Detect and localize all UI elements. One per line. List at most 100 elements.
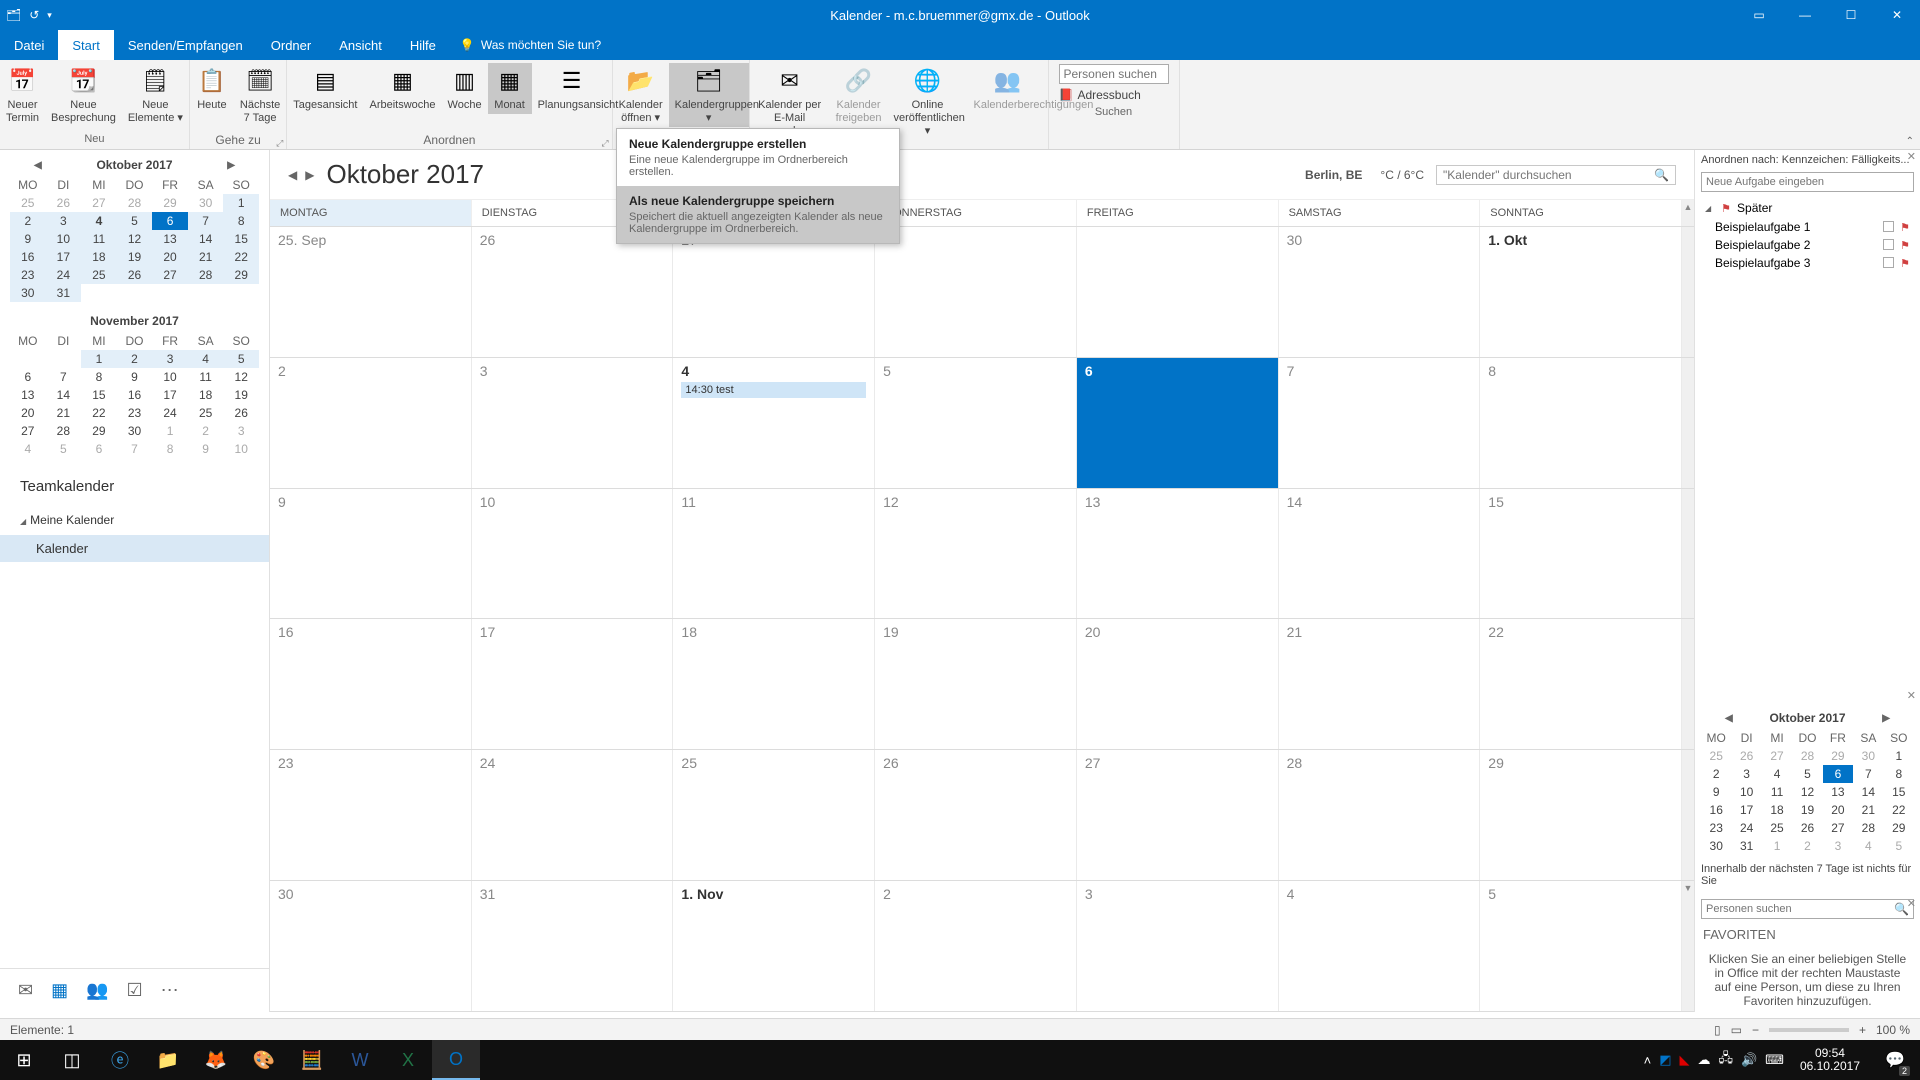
mini-cal-day[interactable]: 27 (1762, 747, 1792, 765)
mini-cal-day[interactable]: 10 (1731, 783, 1761, 801)
task-group-spaeter[interactable]: ⚑Später (1705, 198, 1910, 218)
mini-cal-day[interactable]: 1 (1762, 837, 1792, 855)
calendar-cell[interactable] (1077, 227, 1279, 357)
mini-cal-day[interactable]: 27 (10, 422, 46, 440)
mini-cal-day[interactable]: 11 (188, 368, 224, 386)
edge-icon[interactable]: ⓔ (96, 1040, 144, 1080)
calendar-cell[interactable]: 9 (270, 489, 472, 619)
heute-button[interactable]: 📋Heute (190, 63, 234, 114)
mini-cal-day[interactable]: 25 (1701, 747, 1731, 765)
mini-cal-day[interactable] (117, 284, 153, 302)
outlook-icon[interactable]: O (432, 1040, 480, 1080)
tab-start[interactable]: Start (58, 30, 113, 60)
als-neue-kalendergruppe-speichern-item[interactable]: Als neue Kalendergruppe speichern Speich… (617, 186, 899, 243)
task-item[interactable]: Beispielaufgabe 1⚑ (1705, 218, 1910, 236)
tray-up-icon[interactable]: ˄ (1644, 1053, 1652, 1068)
mail-icon[interactable]: ✉ (18, 980, 33, 1001)
new-task-input[interactable] (1701, 172, 1914, 192)
mini-cal-day[interactable]: 6 (1823, 765, 1853, 783)
mini-cal-day[interactable]: 28 (46, 422, 82, 440)
mini-cal-day[interactable]: 2 (188, 422, 224, 440)
mini-cal-day[interactable]: 11 (1762, 783, 1792, 801)
calendar-cell[interactable] (875, 227, 1077, 357)
mini-cal-day[interactable]: 17 (152, 386, 188, 404)
mini-cal-day[interactable]: 2 (1701, 765, 1731, 783)
calendar-cell[interactable]: 22 (1480, 619, 1682, 749)
calendar-search-input[interactable] (1443, 168, 1643, 182)
mini-cal-day[interactable]: 21 (46, 404, 82, 422)
mini-cal-day[interactable]: 4 (1762, 765, 1792, 783)
mini-cal-day[interactable]: 29 (223, 266, 259, 284)
word-icon[interactable]: W (336, 1040, 384, 1080)
tray-keyboard-icon[interactable]: ⌨ (1765, 1052, 1784, 1068)
minimize-button[interactable]: — (1782, 0, 1828, 30)
calendar-cell[interactable]: 25 (673, 750, 875, 880)
quick-undo-icon[interactable]: ↺ (29, 8, 39, 22)
mini-cal-day[interactable]: 10 (223, 440, 259, 458)
mini-cal-day[interactable]: 26 (223, 404, 259, 422)
calendar-cell[interactable]: 7 (1279, 358, 1481, 488)
mini-cal-day[interactable]: 20 (1823, 801, 1853, 819)
tray-avira-icon[interactable]: ◣ (1679, 1052, 1689, 1068)
neue-elemente-button[interactable]: 🗒Neue Elemente ▾ (122, 63, 189, 127)
mini-cal-day[interactable]: 29 (152, 194, 188, 212)
zoom-out-icon[interactable]: − (1752, 1023, 1759, 1037)
mini-cal-day[interactable]: 4 (1853, 837, 1883, 855)
mini-cal-day[interactable] (10, 350, 46, 368)
tab-ansicht[interactable]: Ansicht (325, 30, 396, 60)
mini-cal-day[interactable] (46, 350, 82, 368)
right-next-icon[interactable]: ▶ (1882, 713, 1890, 724)
calendar-cell[interactable]: 23 (270, 750, 472, 880)
more-icon[interactable]: ⋯ (161, 980, 179, 1001)
task-item[interactable]: Beispielaufgabe 2⚑ (1705, 236, 1910, 254)
mini-cal-day[interactable]: 3 (152, 350, 188, 368)
calculator-icon[interactable]: 🧮 (288, 1040, 336, 1080)
mini-cal-day[interactable]: 30 (188, 194, 224, 212)
arbeitswoche-button[interactable]: ▦Arbeitswoche (363, 63, 441, 114)
close-tasks-icon[interactable]: ✕ (1907, 150, 1916, 163)
search-icon[interactable]: 🔍 (1654, 168, 1669, 182)
right-prev-icon[interactable]: ◀ (1725, 713, 1733, 724)
mini-cal-day[interactable]: 2 (10, 212, 46, 230)
mini-cal-day[interactable]: 8 (152, 440, 188, 458)
mini-cal-day[interactable]: 12 (223, 368, 259, 386)
task-checkbox[interactable] (1883, 221, 1894, 232)
next-month-icon[interactable]: ▶ (227, 160, 235, 171)
calendar-cell[interactable]: 3 (1077, 881, 1279, 1011)
mini-cal-day[interactable]: 7 (188, 212, 224, 230)
kalendergruppen-button[interactable]: 🗂Kalendergruppen ▾ (669, 63, 749, 127)
tasks-icon[interactable]: ☑ (127, 980, 143, 1001)
mini-cal-day[interactable]: 16 (117, 386, 153, 404)
mini-cal-day[interactable]: 29 (81, 422, 117, 440)
woche-button[interactable]: ▥Woche (442, 63, 488, 114)
calendar-cell[interactable]: 27 (673, 227, 875, 357)
mini-cal-day[interactable]: 21 (188, 248, 224, 266)
mini-cal-day[interactable]: 25 (188, 404, 224, 422)
mini-cal-day[interactable]: 13 (10, 386, 46, 404)
mini-cal-day[interactable]: 31 (46, 284, 82, 302)
mini-cal-day[interactable]: 30 (1853, 747, 1883, 765)
mini-cal-day[interactable]: 14 (1853, 783, 1883, 801)
mini-cal-day[interactable]: 18 (188, 386, 224, 404)
mini-cal-day[interactable]: 31 (1731, 837, 1761, 855)
calendar-cell[interactable]: 12 (875, 489, 1077, 619)
mini-cal-day[interactable]: 12 (117, 230, 153, 248)
mini-cal-day[interactable]: 27 (81, 194, 117, 212)
tell-me-input[interactable]: 💡Was möchten Sie tun? (450, 30, 611, 60)
calendar-cell[interactable]: 20 (1077, 619, 1279, 749)
maximize-button[interactable]: ☐ (1828, 0, 1874, 30)
calendar-cell[interactable]: 18 (673, 619, 875, 749)
tray-volume-icon[interactable]: 🔊 (1741, 1052, 1757, 1068)
mini-cal-day[interactable]: 10 (46, 230, 82, 248)
mini-cal-day[interactable]: 8 (1884, 765, 1914, 783)
mini-cal-day[interactable]: 15 (81, 386, 117, 404)
mini-cal-day[interactable] (81, 284, 117, 302)
tagesansicht-button[interactable]: ▤Tagesansicht (287, 63, 363, 114)
personen-suchen-input[interactable] (1059, 64, 1169, 84)
weather-city[interactable]: Berlin, BE (1305, 168, 1362, 182)
mini-cal-day[interactable]: 2 (1792, 837, 1822, 855)
paint-icon[interactable]: 🎨 (240, 1040, 288, 1080)
flag-icon[interactable]: ⚑ (1900, 257, 1910, 270)
calendar-cell[interactable]: 29 (1480, 750, 1682, 880)
mini-cal-day[interactable]: 5 (1884, 837, 1914, 855)
